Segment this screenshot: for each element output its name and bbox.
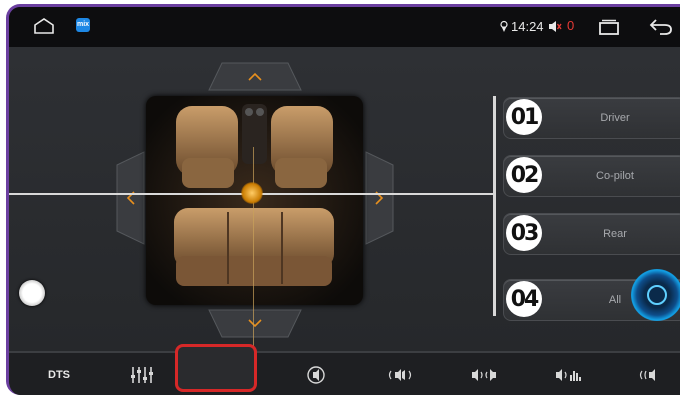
- seat-zone-panel: 01 Driver 02 Co-pilot 03 Rear 04 All: [9, 47, 680, 351]
- tab-fade[interactable]: [627, 353, 677, 395]
- audio-tab-bar: DTS: [9, 351, 680, 395]
- zone-label: Rear: [603, 228, 627, 240]
- zone-number-badge: 03: [506, 215, 542, 251]
- status-bar: mix 14:24 0: [9, 7, 680, 47]
- surround-icon: [388, 369, 412, 381]
- home-icon[interactable]: [33, 18, 55, 34]
- zone-label: Co-pilot: [596, 170, 634, 182]
- zone-number-badge: 02: [506, 157, 542, 193]
- balance-vertical-guide: [253, 147, 254, 347]
- zone-number-badge: 04: [506, 281, 542, 317]
- tab-equalizer[interactable]: [117, 353, 167, 395]
- zone-co-pilot-button[interactable]: 02 Co-pilot: [503, 155, 680, 197]
- tab-balance[interactable]: [459, 353, 509, 395]
- balance-icon: [472, 369, 496, 381]
- back-icon[interactable]: [649, 17, 673, 35]
- bass-icon: [556, 369, 581, 381]
- zone-label: Driver: [600, 112, 630, 124]
- move-down-button[interactable]: [208, 309, 302, 339]
- fade-icon: [639, 369, 655, 381]
- head-unit-screen: mix 14:24 0 01 Driver 02 Co-pilot 03 Rea…: [6, 4, 680, 395]
- equalizer-icon: [131, 367, 153, 383]
- tab-dts[interactable]: DTS: [39, 353, 79, 395]
- zone-driver-button[interactable]: 01 Driver: [503, 97, 680, 139]
- selected-tab-highlight: [175, 344, 257, 392]
- move-right-button[interactable]: [365, 151, 395, 245]
- move-left-button[interactable]: [115, 151, 145, 245]
- move-up-button[interactable]: [208, 61, 302, 91]
- floating-assist-ball[interactable]: [19, 280, 45, 306]
- zone-list-divider: [493, 96, 496, 316]
- app-badge[interactable]: mix: [76, 18, 90, 32]
- location-icon: [500, 20, 508, 32]
- sound-effect-icon: [307, 366, 325, 384]
- voice-assistant-icon[interactable]: [631, 269, 680, 321]
- clock: 14:24: [511, 19, 544, 34]
- volume-muted-icon: [549, 21, 562, 32]
- tab-bass[interactable]: [543, 353, 593, 395]
- tab-surround[interactable]: [375, 353, 425, 395]
- zone-number-badge: 01: [506, 99, 542, 135]
- recent-apps-icon[interactable]: [598, 19, 620, 35]
- sound-focus-point-icon[interactable]: [241, 182, 263, 204]
- tab-sound-effect[interactable]: [291, 353, 341, 395]
- zone-rear-button[interactable]: 03 Rear: [503, 213, 680, 255]
- notification-count: 0: [567, 18, 575, 33]
